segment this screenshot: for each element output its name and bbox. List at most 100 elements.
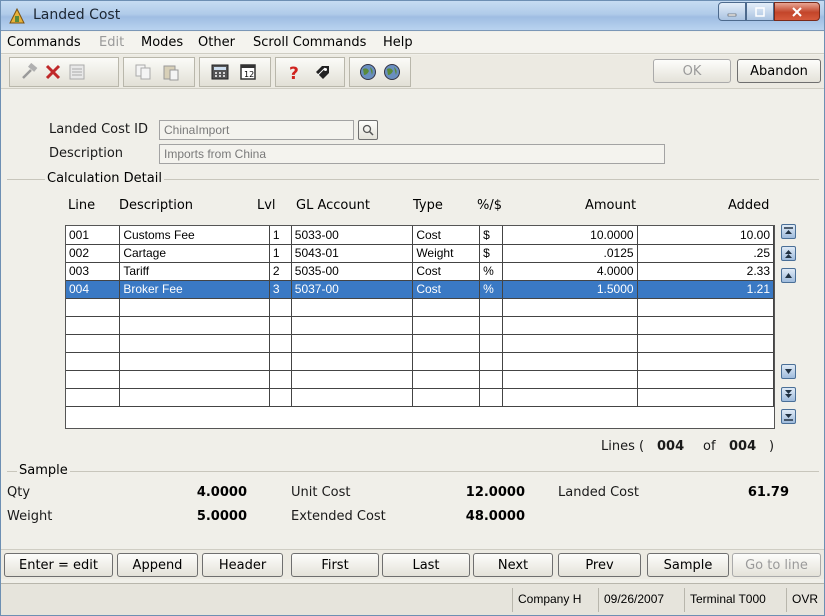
table-cell-pct[interactable] xyxy=(479,352,504,371)
table-cell-gl[interactable]: 5043-01 xyxy=(291,244,414,263)
table-cell-line[interactable] xyxy=(66,370,121,389)
table-row[interactable]: 004 Broker Fee 3 5037-00 Cost% 1.5000 1.21 xyxy=(66,280,775,299)
table-cell-description[interactable]: Broker Fee xyxy=(119,280,270,299)
table-row[interactable]: 003 Tariff 2 5035-00 Cost% 4.0000 2.33 xyxy=(66,262,775,281)
table-cell-added[interactable] xyxy=(637,370,775,389)
table-cell-pct[interactable] xyxy=(479,370,504,389)
table-cell-lvl[interactable] xyxy=(269,298,292,317)
scroll-bottom-button[interactable] xyxy=(781,409,796,424)
table-cell-gl[interactable]: 5035-00 xyxy=(291,262,414,281)
table-cell-lvl[interactable] xyxy=(269,316,292,335)
table-cell-type[interactable] xyxy=(412,370,481,389)
table-cell-added[interactable]: .25 xyxy=(637,244,775,263)
abandon-button[interactable]: Abandon xyxy=(737,59,821,83)
table-cell-lvl[interactable] xyxy=(269,388,292,407)
table-cell-lvl[interactable]: 3 xyxy=(269,280,292,299)
append-button[interactable]: Append xyxy=(117,553,198,577)
table-cell-lvl[interactable] xyxy=(269,370,292,389)
table-cell-lvl[interactable] xyxy=(269,334,292,353)
table-row[interactable]: 001 Customs Fee 1 5033-00 Cost $10.0000 10.00 xyxy=(66,226,775,245)
table-cell-type[interactable] xyxy=(412,334,481,353)
table-cell-description[interactable] xyxy=(119,334,270,353)
table-cell-amount[interactable]: .0125 xyxy=(502,244,638,263)
calendar-icon[interactable]: 12 xyxy=(239,63,257,81)
table-cell-added[interactable] xyxy=(637,388,775,407)
table-cell-pct[interactable] xyxy=(479,334,504,353)
prev-button[interactable]: Prev xyxy=(558,553,641,577)
table-cell-gl[interactable] xyxy=(291,388,414,407)
table-cell-gl[interactable] xyxy=(291,370,414,389)
table-cell-lvl[interactable] xyxy=(269,352,292,371)
table-cell-amount[interactable] xyxy=(502,388,638,407)
table-cell-line[interactable] xyxy=(66,298,121,317)
menu-modes[interactable]: Modes xyxy=(141,35,183,50)
menu-help[interactable]: Help xyxy=(383,35,413,50)
table-cell-added[interactable]: 2.33 xyxy=(637,262,775,281)
close-button[interactable] xyxy=(774,2,820,21)
next-button[interactable]: Next xyxy=(473,553,553,577)
hammer-icon[interactable] xyxy=(20,63,38,81)
scroll-up-button[interactable] xyxy=(781,268,796,283)
table-cell-amount[interactable]: 10.0000 xyxy=(502,226,638,245)
table-cell-pct[interactable]: $ xyxy=(479,226,504,245)
calculator-icon[interactable] xyxy=(211,63,229,81)
table-cell-pct[interactable]: % xyxy=(479,262,504,281)
table-cell-description[interactable]: Customs Fee xyxy=(119,226,270,245)
go-to-line-button[interactable]: Go to line xyxy=(732,553,821,577)
maximize-button[interactable] xyxy=(746,2,774,21)
table-cell-line[interactable] xyxy=(66,334,121,353)
table-cell-line[interactable]: 002 xyxy=(66,244,121,263)
table-cell-added[interactable] xyxy=(637,334,775,353)
table-cell-description[interactable]: Tariff xyxy=(119,262,270,281)
table-cell-lvl[interactable]: 1 xyxy=(269,226,292,245)
table-row[interactable] xyxy=(66,334,775,353)
table-cell-line[interactable] xyxy=(66,388,121,407)
table-cell-type[interactable]: Cost xyxy=(412,226,481,245)
table-cell-added[interactable] xyxy=(637,316,775,335)
scroll-down-button[interactable] xyxy=(781,364,796,379)
table-row[interactable] xyxy=(66,298,775,317)
description-input[interactable]: Imports from China xyxy=(159,144,665,164)
table-cell-description[interactable]: Cartage xyxy=(119,244,270,263)
table-cell-amount[interactable]: 4.0000 xyxy=(502,262,638,281)
table-cell-gl[interactable]: 5037-00 xyxy=(291,280,414,299)
table-cell-amount[interactable] xyxy=(502,298,638,317)
table-cell-line[interactable]: 003 xyxy=(66,262,121,281)
table-cell-added[interactable]: 10.00 xyxy=(637,226,775,245)
table-cell-gl[interactable] xyxy=(291,316,414,335)
sample-button[interactable]: Sample xyxy=(647,553,729,577)
table-cell-type[interactable] xyxy=(412,352,481,371)
table-cell-pct[interactable] xyxy=(479,316,504,335)
table-cell-lvl[interactable]: 1 xyxy=(269,244,292,263)
paste-icon[interactable] xyxy=(162,63,180,81)
delete-icon[interactable] xyxy=(44,63,62,81)
menu-other[interactable]: Other xyxy=(198,35,235,50)
first-button[interactable]: First xyxy=(291,553,379,577)
table-cell-description[interactable] xyxy=(119,370,270,389)
table-cell-description[interactable] xyxy=(119,388,270,407)
table-cell-type[interactable]: Weight xyxy=(412,244,481,263)
table-cell-amount[interactable] xyxy=(502,334,638,353)
minimize-button[interactable] xyxy=(718,2,746,21)
table-cell-gl[interactable]: 5033-00 xyxy=(291,226,414,245)
table-cell-amount[interactable] xyxy=(502,352,638,371)
table-cell-amount[interactable] xyxy=(502,370,638,389)
table-cell-lvl[interactable]: 2 xyxy=(269,262,292,281)
table-row[interactable] xyxy=(66,388,775,407)
table-row[interactable] xyxy=(66,316,775,335)
menu-scroll-commands[interactable]: Scroll Commands xyxy=(253,35,366,50)
table-cell-line[interactable] xyxy=(66,352,121,371)
table-cell-description[interactable] xyxy=(119,352,270,371)
table-cell-gl[interactable] xyxy=(291,298,414,317)
scroll-page-up-button[interactable] xyxy=(781,246,796,261)
scroll-page-down-button[interactable] xyxy=(781,387,796,402)
table-cell-line[interactable] xyxy=(66,316,121,335)
table-cell-added[interactable] xyxy=(637,352,775,371)
scroll-top-button[interactable] xyxy=(781,224,796,239)
header-button[interactable]: Header xyxy=(202,553,283,577)
menu-commands[interactable]: Commands xyxy=(7,35,81,50)
menu-edit[interactable]: Edit xyxy=(99,35,124,50)
table-cell-gl[interactable] xyxy=(291,352,414,371)
table-cell-pct[interactable] xyxy=(479,298,504,317)
table-row[interactable]: 002 Cartage 1 5043-01 Weight $ .0125.25 xyxy=(66,244,775,263)
